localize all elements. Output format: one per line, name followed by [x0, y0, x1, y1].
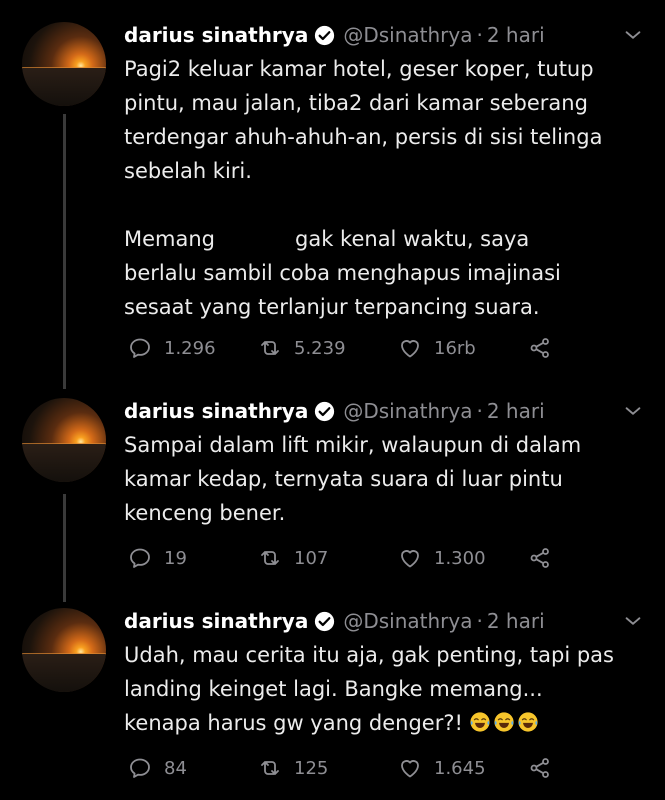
face-with-tears-of-joy-icon [494, 712, 514, 732]
tweet-text-line: berlalu sambil coba menghapus imajinasi [124, 261, 561, 285]
tweet-text-line: Sampai dalam lift mikir, walaupun di dal… [124, 433, 582, 457]
tweet-text-fragment: kenapa harus gw yang denger?! [124, 711, 463, 735]
chevron-down-icon[interactable] [622, 24, 644, 46]
verified-badge-icon [315, 25, 335, 45]
separator-dot: · [476, 23, 483, 47]
heart-icon [401, 340, 419, 358]
timestamp[interactable]: 2 hari [487, 23, 545, 47]
retweet-button[interactable]: 125 [258, 755, 328, 781]
tweet-text-line: pintu, mau jalan, tiba2 dari kamar seber… [124, 91, 588, 115]
reply-count: 1.296 [164, 337, 216, 359]
reply-icon [130, 758, 150, 778]
tweet-text-line: sebelah kiri. [124, 159, 252, 183]
like-button[interactable]: 1.645 [398, 755, 486, 781]
tweet-text-line: kamar kedap, ternyata suara di luar pint… [124, 467, 563, 491]
like-button[interactable]: 1.300 [398, 545, 486, 571]
face-with-tears-of-joy-icon [470, 712, 490, 732]
tweet-text-fragment: gak kenal waktu, saya [295, 227, 530, 251]
like-count: 1.645 [434, 757, 486, 779]
tweet-text-fragment: Memang [124, 227, 216, 251]
verified-badge-icon [315, 401, 335, 421]
avatar[interactable] [22, 608, 106, 692]
author-name[interactable]: darius sinathrya [124, 399, 308, 423]
share-icon [530, 338, 549, 358]
tweet-text: Pagi2 keluar kamar hotel, geser koper, t… [124, 52, 644, 324]
retweet-count: 107 [294, 547, 329, 569]
author-handle[interactable]: @Dsinathrya [343, 609, 472, 633]
share-button[interactable] [528, 755, 552, 781]
author-name[interactable]: darius sinathrya [124, 609, 308, 633]
reply-button[interactable]: 1.296 [128, 335, 216, 361]
heart-icon [401, 550, 419, 568]
tweet[interactable]: darius sinathrya @Dsinathrya · 2 hari Ud… [0, 604, 665, 794]
tweet-text-line: terdengar ahuh-ahuh-an, persis di sisi t… [124, 125, 603, 149]
tweet-text-line: Udah, mau cerita itu aja, gak penting, t… [124, 643, 614, 667]
avatar[interactable] [22, 398, 106, 482]
share-button[interactable] [528, 335, 552, 361]
reply-icon [130, 338, 150, 358]
reply-icon [130, 548, 150, 568]
heart-icon [401, 760, 419, 778]
avatar[interactable] [22, 22, 106, 106]
like-count: 1.300 [434, 547, 486, 569]
like-count: 16rb [434, 337, 476, 359]
share-button[interactable] [528, 545, 552, 571]
chevron-down-icon[interactable] [622, 610, 644, 632]
author-handle[interactable]: @Dsinathrya [343, 399, 472, 423]
retweet-icon [261, 551, 279, 565]
tweet-text-line: landing keinget lagi. Bangke memang... [124, 677, 543, 701]
author-handle[interactable]: @Dsinathrya [343, 23, 472, 47]
timestamp[interactable]: 2 hari [487, 399, 545, 423]
separator-dot: · [476, 399, 483, 423]
author-name[interactable]: darius sinathrya [124, 23, 308, 47]
tweet-text: Sampai dalam lift mikir, walaupun di dal… [124, 428, 644, 530]
verified-badge-icon [315, 611, 335, 631]
separator-dot: · [476, 609, 483, 633]
tweet-text-line: kenceng bener. [124, 501, 286, 525]
retweet-icon [261, 761, 279, 775]
retweet-button[interactable]: 107 [258, 545, 328, 571]
like-button[interactable]: 16rb [398, 335, 476, 361]
tweet-text: Udah, mau cerita itu aja, gak penting, t… [124, 638, 644, 740]
retweet-button[interactable]: 5.239 [258, 335, 346, 361]
reply-button[interactable]: 19 [128, 545, 187, 571]
share-icon [530, 548, 549, 568]
retweet-icon [261, 341, 279, 355]
face-with-tears-of-joy-icon [518, 712, 538, 732]
chevron-down-icon[interactable] [622, 400, 644, 422]
tweet-text-line: Pagi2 keluar kamar hotel, geser koper, t… [124, 57, 594, 81]
reply-button[interactable]: 84 [128, 755, 187, 781]
tweet-text-line [124, 188, 644, 222]
reply-count: 84 [164, 757, 187, 779]
tweet[interactable]: darius sinathrya @Dsinathrya · 2 hari Pa… [0, 18, 665, 378]
retweet-count: 5.239 [294, 337, 346, 359]
retweet-count: 125 [294, 757, 329, 779]
tweet-text-line: kenapa harus gw yang denger?! [124, 706, 644, 740]
tweet-text-line: sesaat yang terlanjur terpancing suara. [124, 295, 540, 319]
tweet-text-line: Memang gak kenal waktu, saya [124, 222, 644, 256]
share-icon [530, 758, 549, 778]
tweet[interactable]: darius sinathrya @Dsinathrya · 2 hari Sa… [0, 394, 665, 584]
timestamp[interactable]: 2 hari [487, 609, 545, 633]
reply-count: 19 [164, 547, 187, 569]
